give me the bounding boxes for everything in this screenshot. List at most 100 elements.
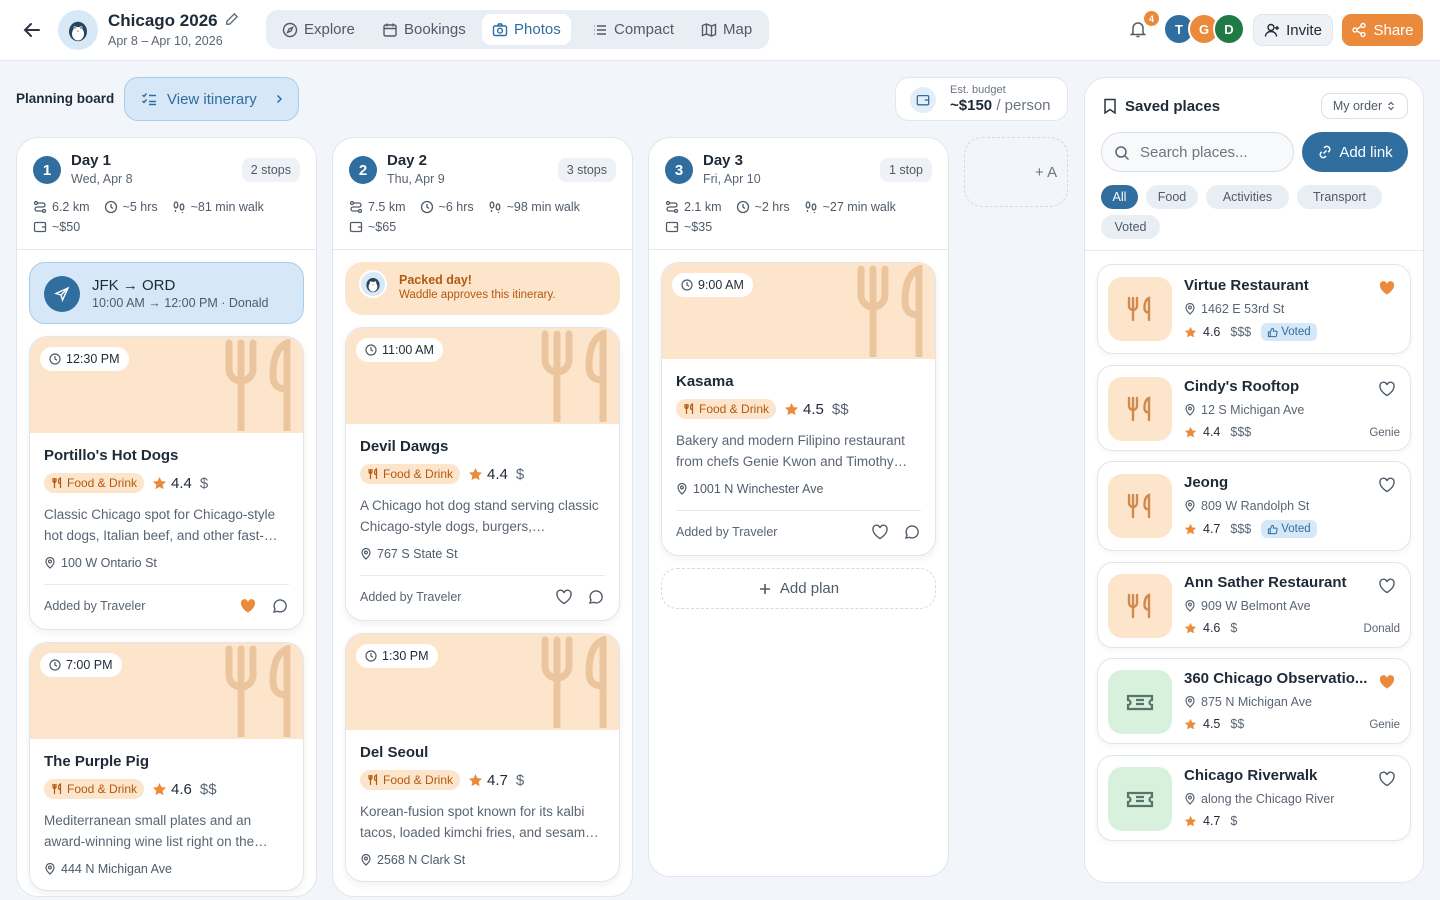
star-icon <box>1184 718 1197 729</box>
heart-icon[interactable] <box>1378 476 1396 494</box>
comment-icon[interactable] <box>903 523 921 541</box>
time-pill: 12:30 PM <box>40 347 129 371</box>
sort-order-select[interactable]: My order <box>1321 93 1408 119</box>
place-rating: 4.7 <box>1203 522 1221 536</box>
tab-explore[interactable]: Explore <box>272 14 365 45</box>
add-plan-label: Add plan <box>779 580 840 597</box>
heart-icon[interactable] <box>871 523 889 541</box>
tab-compact[interactable]: Compact <box>582 14 684 45</box>
rating: 4.5 <box>784 401 824 418</box>
plan-card[interactable]: 9:00 AM Kasama Food & Drink 4.5 $$ Baker… <box>661 262 936 556</box>
day-title: Day 2 <box>387 152 428 169</box>
heart-icon[interactable] <box>239 597 257 615</box>
heart-icon[interactable] <box>1378 380 1396 398</box>
plan-card[interactable]: 12:30 PM Portillo's Hot Dogs Food & Drin… <box>29 336 304 630</box>
plan-description: Mediterranean small plates and an award-… <box>44 813 268 849</box>
footprints-icon <box>805 201 817 213</box>
heart-icon[interactable] <box>555 588 573 606</box>
plan-card[interactable]: 7:00 PM The Purple Pig Food & Drink 4.6 … <box>29 642 304 891</box>
fork-knife-icon <box>368 774 378 785</box>
heart-icon[interactable] <box>1378 770 1396 788</box>
packed-day-banner: Packed day! Waddle approves this itinera… <box>345 262 620 315</box>
budget-card[interactable]: Est. budget ~$150 / person <box>895 77 1068 121</box>
comment-icon[interactable] <box>587 588 605 606</box>
filter-chip-all[interactable]: All <box>1101 185 1138 209</box>
filter-chip-food[interactable]: Food <box>1146 185 1198 209</box>
fork-knife-icon <box>857 265 923 357</box>
plan-name: Kasama <box>676 373 734 390</box>
wallet-icon <box>910 87 936 113</box>
time-pill: 9:00 AM <box>672 273 753 297</box>
clock-icon <box>736 200 749 214</box>
added-by: Added by Traveler <box>44 599 146 613</box>
plan-description: Korean-fusion spot known for its kalbi t… <box>360 804 599 840</box>
day-title: Day 3 <box>703 152 744 169</box>
clock-icon <box>420 200 433 214</box>
place-rating: 4.6 <box>1203 325 1221 339</box>
heart-icon[interactable] <box>1378 279 1396 297</box>
filter-chip-transport[interactable]: Transport <box>1297 185 1382 209</box>
add-link-button[interactable]: Add link <box>1302 132 1408 172</box>
add-plan-button[interactable]: Add plan <box>661 568 936 609</box>
day-column: 3 Day 3 Fri, Apr 10 1 stop 2.1 km ~2 hrs… <box>648 137 949 877</box>
chevron-right-icon <box>276 94 282 104</box>
saved-place-card[interactable]: Ann Sather Restaurant 909 W Belmont Ave … <box>1097 562 1411 648</box>
search-input[interactable] <box>1140 133 1290 171</box>
pin-icon <box>45 557 55 569</box>
tab-map[interactable]: Map <box>691 14 762 45</box>
stops-count: 3 stops <box>557 158 616 182</box>
stops-count: 2 stops <box>241 158 300 182</box>
place-meta: 4.7 $ <box>1184 814 1237 828</box>
day-cost: ~$35 <box>665 220 712 234</box>
plan-card[interactable]: 1:30 PM Del Seoul Food & Drink 4.7 $ Kor… <box>345 633 620 882</box>
share-button[interactable]: Share <box>1342 14 1423 46</box>
day-stats: 7.5 km ~6 hrs ~98 min walk <box>349 200 580 214</box>
comment-icon[interactable] <box>271 597 289 615</box>
filter-chip-activities[interactable]: Activities <box>1206 185 1289 209</box>
back-arrow-icon[interactable] <box>20 18 44 42</box>
pin-icon <box>361 854 371 866</box>
day-walk: ~98 min walk <box>506 200 580 214</box>
heart-icon[interactable] <box>1378 673 1396 691</box>
place-name: Jeong <box>1184 474 1229 491</box>
saved-place-card[interactable]: Jeong 809 W Randolph St 4.7 $$$ Voted <box>1097 461 1411 551</box>
pin-icon <box>1185 303 1195 315</box>
day-number: 1 <box>33 156 61 184</box>
day-duration: ~2 hrs <box>754 200 790 214</box>
saved-place-card[interactable]: Virtue Restaurant 1462 E 53rd St 4.6 $$$… <box>1097 264 1411 354</box>
place-address: 1462 E 53rd St <box>1184 302 1284 316</box>
category-pill: Food & Drink <box>360 770 461 790</box>
flight-meta: 10:00 AM → 12:00 PM · Donald <box>92 296 269 310</box>
invite-button[interactable]: Invite <box>1253 14 1333 46</box>
filter-chip-voted[interactable]: Voted <box>1101 215 1160 239</box>
pin-icon <box>1185 696 1195 708</box>
voted-badge: Voted <box>1261 520 1317 538</box>
budget-label: Est. budget <box>950 84 1006 96</box>
day-stats: 6.2 km ~5 hrs ~81 min walk <box>33 200 264 214</box>
divider <box>1085 250 1423 251</box>
heart-icon[interactable] <box>1378 577 1396 595</box>
tab-bookings[interactable]: Bookings <box>372 14 476 45</box>
fork-knife-icon <box>225 339 291 431</box>
tab-photos[interactable]: Photos <box>482 14 571 45</box>
plan-card[interactable]: 11:00 AM Devil Dawgs Food & Drink 4.4 $ … <box>345 327 620 621</box>
day-header: 2 Day 2 Thu, Apr 9 3 stops 7.5 km ~6 hrs… <box>333 138 632 250</box>
star-icon <box>468 467 483 480</box>
plan-hero: 1:30 PM <box>346 634 619 730</box>
wallet-icon <box>349 221 363 233</box>
view-itinerary-button[interactable]: View itinerary <box>124 77 299 121</box>
plan-name: The Purple Pig <box>44 753 150 770</box>
saved-place-card[interactable]: 360 Chicago Observatio... 875 N Michigan… <box>1097 658 1411 744</box>
sort-order-label: My order <box>1332 99 1383 113</box>
member-avatar[interactable]: D <box>1213 13 1245 45</box>
fork-knife-icon <box>541 636 607 728</box>
pencil-icon[interactable] <box>224 12 239 27</box>
saved-place-card[interactable]: Chicago Riverwalk along the Chicago Rive… <box>1097 755 1411 841</box>
packed-title: Packed day! <box>399 273 472 287</box>
flight-card[interactable]: JFK → ORD 10:00 AM → 12:00 PM · Donald <box>29 262 304 324</box>
star-icon <box>1184 622 1197 633</box>
add-day-button[interactable]: + A <box>964 137 1068 207</box>
saved-place-card[interactable]: Cindy's Rooftop 12 S Michigan Ave 4.4 $$… <box>1097 365 1411 451</box>
day-body: JFK → ORD 10:00 AM → 12:00 PM · Donald 1… <box>17 250 316 896</box>
place-name: Virtue Restaurant <box>1184 277 1309 294</box>
